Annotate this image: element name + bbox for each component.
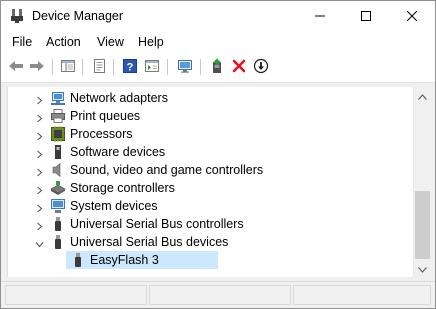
chevron-right-icon[interactable]	[35, 202, 44, 213]
tree-row-system-devices[interactable]: System devices	[8, 197, 413, 215]
toolbar-separator	[200, 59, 201, 75]
scroll-thumb[interactable]	[415, 191, 430, 259]
update-driver-button[interactable]	[207, 57, 227, 77]
action-pane-icon	[144, 58, 160, 77]
back-arrow-icon	[8, 58, 24, 77]
status-pane	[5, 285, 147, 305]
chevron-down-icon[interactable]	[35, 238, 44, 248]
update-driver-icon	[209, 58, 225, 77]
menu-view[interactable]: View	[97, 35, 124, 49]
chevron-right-icon[interactable]	[35, 112, 44, 123]
scroll-down-button[interactable]	[414, 260, 431, 277]
action-pane-button[interactable]	[142, 57, 162, 77]
system-devices-icon	[50, 198, 66, 214]
vertical-scrollbar[interactable]	[413, 87, 430, 277]
scroll-down-arrow-icon	[418, 262, 427, 276]
disable-device-button[interactable]	[251, 57, 271, 77]
menu-bar: File Action View Help	[1, 32, 435, 53]
maximize-icon	[361, 10, 371, 24]
tree-row-sound-video-game[interactable]: Sound, video and game controllers	[8, 161, 413, 179]
tree-row-software-devices[interactable]: Software devices	[8, 143, 413, 161]
uninstall-device-button[interactable]	[229, 57, 249, 77]
tree-row-network-adapters[interactable]: Network adapters	[8, 89, 413, 107]
device-tree[interactable]: Network adapters Print queues Processors	[7, 87, 413, 277]
usb-icon	[50, 234, 66, 250]
forward-arrow-icon	[29, 58, 45, 77]
scan-hardware-changes-button[interactable]	[175, 57, 195, 77]
usb-icon	[50, 216, 66, 232]
tree-row-easyflash-3[interactable]: EasyFlash 3	[8, 251, 413, 269]
chevron-right-icon[interactable]	[35, 220, 44, 231]
tree-row-label: Sound, video and game controllers	[70, 163, 264, 177]
scroll-up-arrow-icon	[418, 89, 427, 103]
tree-row-label: System devices	[70, 199, 158, 213]
tree-row-label: EasyFlash 3	[90, 253, 159, 267]
disable-device-icon	[253, 58, 269, 77]
printer-icon	[50, 108, 66, 124]
properties-button[interactable]	[89, 57, 109, 77]
tree-row-usb-controllers[interactable]: Universal Serial Bus controllers	[8, 215, 413, 233]
uninstall-device-icon	[231, 58, 247, 77]
forward-button[interactable]	[27, 57, 47, 77]
minimize-icon	[315, 10, 325, 24]
menu-help[interactable]: Help	[138, 35, 164, 49]
software-device-icon	[50, 144, 66, 160]
chevron-right-icon[interactable]	[35, 148, 44, 159]
help-button[interactable]: ?	[120, 57, 140, 77]
tree-row-label: Universal Serial Bus controllers	[70, 217, 244, 231]
tree-row-print-queues[interactable]: Print queues	[8, 107, 413, 125]
tree-row-label: Print queues	[70, 109, 141, 123]
tree-row-processors[interactable]: Processors	[8, 125, 413, 143]
usb-device-icon	[70, 252, 86, 268]
show-hide-console-tree-icon	[60, 58, 76, 77]
tree-row-label: Universal Serial Bus devices	[70, 235, 229, 249]
close-button[interactable]	[389, 1, 435, 32]
speaker-icon	[50, 162, 66, 178]
menu-action[interactable]: Action	[46, 35, 81, 49]
tree-row-label: Software devices	[70, 145, 166, 159]
maximize-button[interactable]	[343, 1, 389, 32]
close-icon	[406, 10, 418, 24]
properties-icon	[91, 58, 107, 77]
network-adapter-icon	[50, 90, 66, 106]
device-manager-icon	[9, 8, 25, 24]
tree-row-label: Network adapters	[70, 91, 168, 105]
status-pane	[149, 285, 291, 305]
tree-row-label: Processors	[70, 127, 133, 141]
scroll-up-button[interactable]	[414, 87, 431, 104]
scan-hardware-changes-icon	[177, 58, 193, 77]
toolbar: ?	[1, 53, 435, 83]
title-bar: Device Manager	[1, 1, 435, 32]
processor-icon	[50, 126, 66, 142]
help-icon: ?	[122, 58, 138, 77]
status-pane	[293, 285, 431, 305]
toolbar-separator	[82, 59, 83, 75]
device-manager-window: Device Manager File Action View Help ? N…	[0, 0, 436, 309]
status-bar	[1, 281, 435, 308]
chevron-right-icon[interactable]	[35, 166, 44, 177]
toolbar-separator	[167, 59, 168, 75]
storage-controller-icon	[50, 180, 66, 196]
svg-text:?: ?	[127, 61, 134, 73]
show-hide-console-tree-button[interactable]	[58, 57, 78, 77]
back-button[interactable]	[6, 57, 26, 77]
tree-row-usb-devices[interactable]: Universal Serial Bus devices	[8, 233, 413, 251]
menu-file[interactable]: File	[12, 35, 32, 49]
chevron-right-icon[interactable]	[35, 94, 44, 105]
toolbar-separator	[113, 59, 114, 75]
tree-row-label: Storage controllers	[70, 181, 175, 195]
chevron-right-icon[interactable]	[35, 130, 44, 141]
tree-row-storage-controllers[interactable]: Storage controllers	[8, 179, 413, 197]
toolbar-separator	[52, 59, 53, 75]
chevron-right-icon[interactable]	[35, 184, 44, 195]
window-title: Device Manager	[32, 9, 124, 23]
minimize-button[interactable]	[297, 1, 343, 32]
